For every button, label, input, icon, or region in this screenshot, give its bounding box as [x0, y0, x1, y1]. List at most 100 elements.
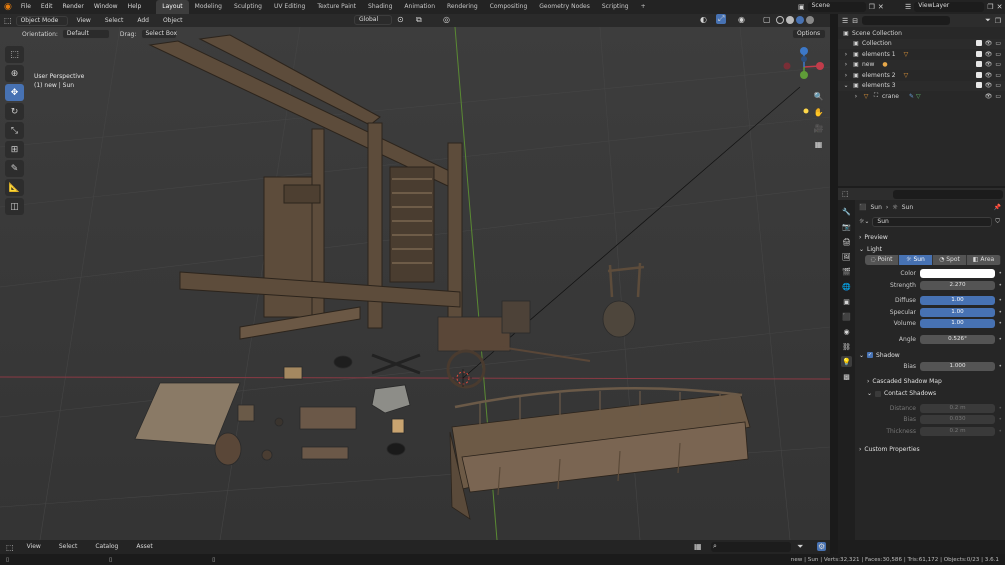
- include-checkbox[interactable]: [975, 61, 982, 68]
- keyframe-dot-icon[interactable]: •: [998, 309, 1002, 316]
- eye-icon[interactable]: 👁: [985, 40, 993, 47]
- eye-icon[interactable]: 👁: [985, 93, 993, 100]
- thickness-field[interactable]: 0.2 m: [920, 426, 995, 436]
- gizmo-toggle-icon[interactable]: ⤢: [716, 14, 727, 24]
- menu-view[interactable]: View: [22, 540, 46, 554]
- cascaded-shadow-map-header[interactable]: › Cascaded Shadow Map: [855, 376, 1005, 388]
- transform-orientation-dropdown[interactable]: Global: [354, 15, 392, 25]
- tree-row-new[interactable]: › ▣ new ● 👁 ▭: [838, 59, 1005, 70]
- collection-tab-icon[interactable]: ▣: [841, 296, 852, 307]
- keyframe-dot-icon[interactable]: •: [998, 416, 1002, 423]
- pin-icon[interactable]: 📌: [994, 204, 1005, 211]
- pan-hand-icon[interactable]: ✋: [812, 106, 825, 119]
- solid-shading-icon[interactable]: [786, 16, 794, 24]
- bias-field[interactable]: 1.000: [920, 362, 995, 372]
- close-icon[interactable]: ✕: [997, 3, 1003, 11]
- material-shading-icon[interactable]: [796, 16, 804, 24]
- keyframe-dot-icon[interactable]: •: [998, 282, 1002, 289]
- pivot-icon[interactable]: ⊙: [397, 15, 404, 24]
- light-type-sun[interactable]: ☼ Sun: [899, 255, 933, 265]
- add-workspace-button[interactable]: +: [635, 0, 652, 14]
- menu-asset[interactable]: Asset: [131, 540, 157, 554]
- asset-search-input[interactable]: [711, 542, 791, 552]
- overlay-icon[interactable]: ◉: [738, 15, 745, 24]
- 3d-viewport[interactable]: Orientation: Default Drag: Select Box Op…: [0, 27, 830, 540]
- wireframe-shading-icon[interactable]: [776, 16, 784, 24]
- tree-row-collection[interactable]: ▣ Collection 👁 ▭: [838, 38, 1005, 49]
- tree-row-scene-collection[interactable]: ▣ Scene Collection: [838, 28, 1005, 39]
- editor-type-icon[interactable]: ⬚: [4, 16, 12, 25]
- keyframe-dot-icon[interactable]: •: [998, 428, 1002, 435]
- measure-tool-icon[interactable]: 📐: [5, 179, 24, 196]
- expand-arrow-icon[interactable]: ›: [842, 61, 850, 69]
- object-tab-icon[interactable]: ⬛: [841, 311, 852, 322]
- output-tab-icon[interactable]: 🖨: [841, 236, 852, 247]
- include-checkbox[interactable]: [975, 40, 982, 47]
- expand-arrow-icon[interactable]: ›: [842, 71, 850, 79]
- camera-icon[interactable]: ▭: [995, 93, 1001, 100]
- include-checkbox[interactable]: [975, 50, 982, 57]
- color-swatch[interactable]: [920, 269, 995, 279]
- snap-icon[interactable]: ⧉: [416, 15, 422, 25]
- layers-icon[interactable]: ☰: [905, 3, 911, 11]
- options-dropdown[interactable]: Options: [792, 29, 826, 39]
- tab-texture-paint[interactable]: Texture Paint: [311, 0, 362, 14]
- view-layer-tab-icon[interactable]: 🖼: [841, 251, 852, 262]
- custom-properties-header[interactable]: › Custom Properties: [855, 443, 1005, 455]
- camera-icon[interactable]: ▭: [995, 51, 1001, 58]
- menu-select[interactable]: Select: [54, 540, 83, 554]
- copy-icon[interactable]: ❐: [869, 3, 875, 11]
- preview-panel-header[interactable]: › Preview: [855, 231, 1005, 243]
- display-mode-icon[interactable]: ⊟: [852, 17, 858, 25]
- collapse-arrow-icon[interactable]: ⌄: [842, 82, 850, 90]
- copy-icon[interactable]: ❐: [987, 3, 993, 11]
- area-divider[interactable]: [830, 14, 838, 554]
- camera-icon[interactable]: ▭: [995, 82, 1001, 89]
- tab-sculpting[interactable]: Sculpting: [228, 0, 268, 14]
- camera-icon[interactable]: ▭: [995, 40, 1001, 47]
- menu-file[interactable]: File: [16, 0, 36, 14]
- diffuse-slider[interactable]: 1.00: [920, 296, 995, 306]
- light-type-area[interactable]: ◧ Area: [967, 255, 1001, 265]
- settings-gear-icon[interactable]: ⚙: [817, 542, 827, 551]
- light-type-spot[interactable]: ◔ Spot: [933, 255, 967, 265]
- camera-view-icon[interactable]: 🎥: [812, 122, 825, 135]
- axis-gizmo[interactable]: [776, 45, 828, 89]
- blender-logo-icon[interactable]: ◉: [0, 2, 16, 12]
- eye-icon[interactable]: 👁: [985, 82, 993, 89]
- menu-view[interactable]: View: [72, 14, 96, 28]
- tab-layout[interactable]: Layout: [156, 0, 189, 14]
- scene-name-field[interactable]: Scene: [807, 2, 866, 12]
- viewlayer-name-field[interactable]: ViewLayer: [914, 2, 985, 12]
- physics-tab-icon[interactable]: ◉: [841, 326, 852, 337]
- strength-field[interactable]: 2.270: [920, 280, 995, 290]
- render-tab-icon[interactable]: 📷: [841, 221, 852, 232]
- expand-arrow-icon[interactable]: ›: [842, 50, 850, 58]
- rotate-tool-icon[interactable]: ↻: [5, 103, 24, 120]
- editor-type-icon[interactable]: ⬚: [842, 190, 849, 198]
- grid-view-icon[interactable]: ▦: [812, 138, 825, 151]
- proportional-edit-icon[interactable]: ◎: [443, 15, 450, 24]
- menu-catalog[interactable]: Catalog: [90, 540, 123, 554]
- cursor-tool-icon[interactable]: ⊕: [5, 65, 24, 82]
- tab-compositing[interactable]: Compositing: [484, 0, 534, 14]
- keyframe-dot-icon[interactable]: •: [998, 363, 1002, 370]
- tab-geometry-nodes[interactable]: Geometry Nodes: [533, 0, 596, 14]
- contact-bias-field[interactable]: 0.030: [920, 415, 995, 425]
- outliner-search-input[interactable]: [862, 16, 951, 25]
- close-icon[interactable]: ✕: [878, 3, 884, 11]
- volume-slider[interactable]: 1.00: [920, 319, 995, 329]
- tab-uv-editing[interactable]: UV Editing: [268, 0, 311, 14]
- visibility-icon[interactable]: ◐: [700, 15, 707, 24]
- tab-modeling[interactable]: Modeling: [189, 0, 228, 14]
- datablock-name-field[interactable]: Sun: [872, 216, 993, 227]
- move-tool-icon[interactable]: ✥: [5, 84, 24, 101]
- keyframe-dot-icon[interactable]: •: [998, 405, 1002, 412]
- filter-icon[interactable]: ⏷: [797, 542, 803, 552]
- editor-type-icon[interactable]: ☰: [842, 17, 848, 25]
- zoom-icon[interactable]: 🔍: [812, 90, 825, 103]
- menu-add[interactable]: Add: [132, 14, 154, 28]
- light-browse-icon[interactable]: ☼⌄: [859, 218, 869, 225]
- scene-tab-icon[interactable]: 🎬: [841, 266, 852, 277]
- menu-select[interactable]: Select: [100, 14, 129, 28]
